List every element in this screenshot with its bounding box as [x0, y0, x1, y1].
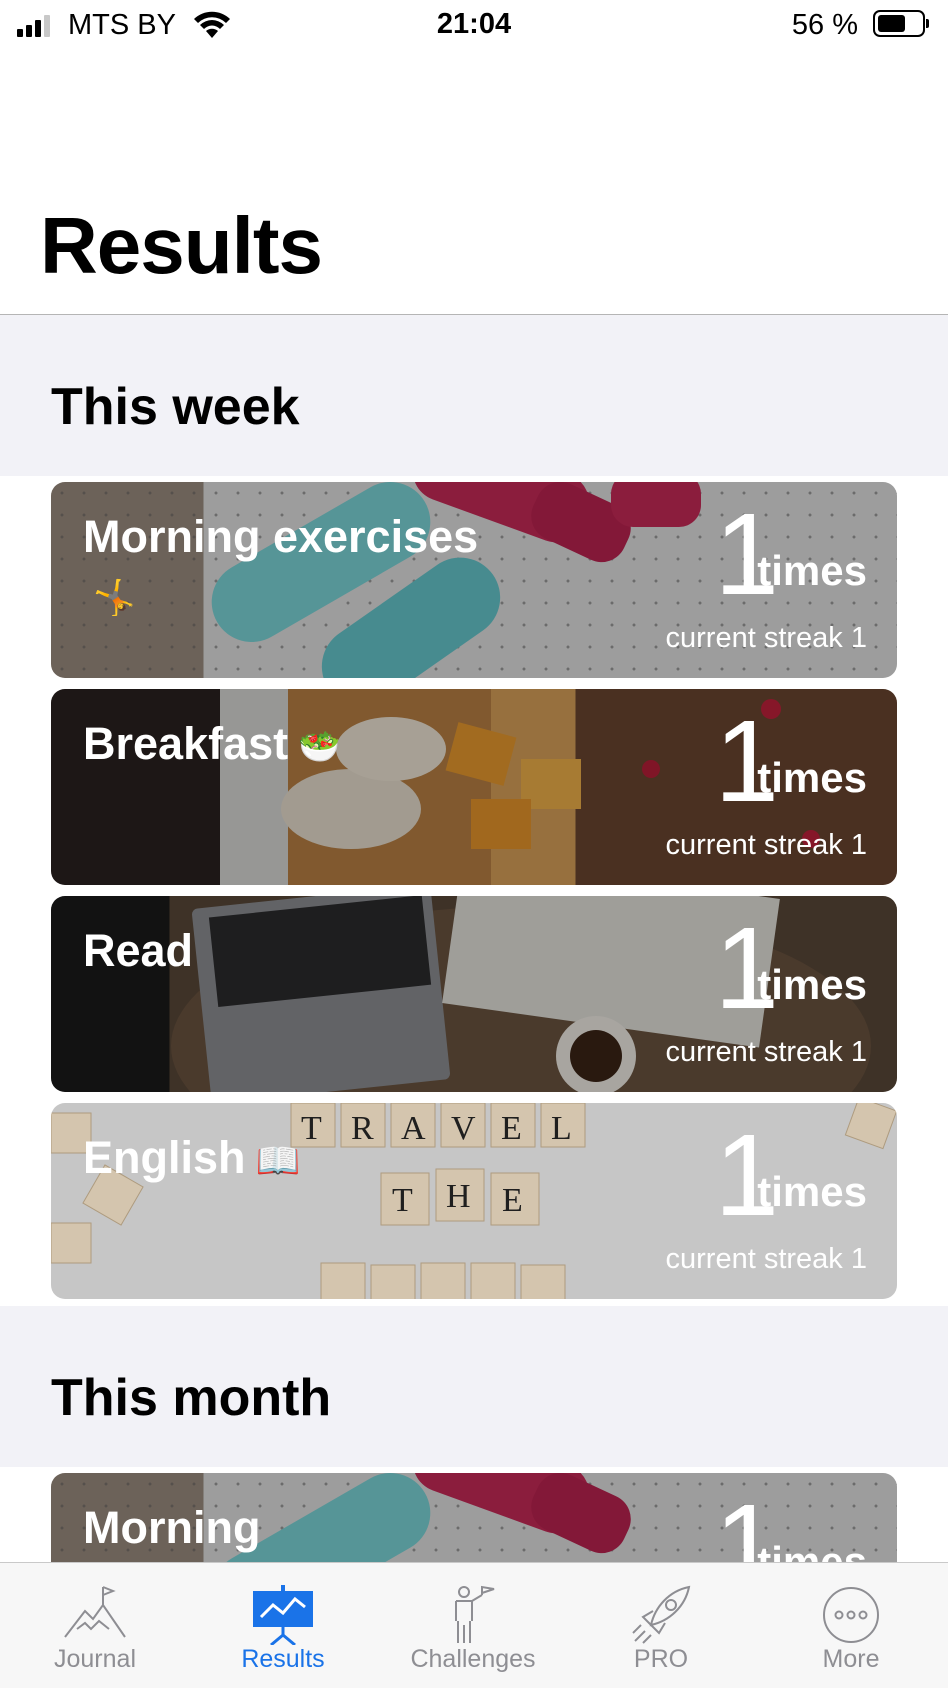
- more-dots-icon: [823, 1587, 879, 1643]
- habit-streak: current streak 1: [665, 1036, 867, 1068]
- section-title: This week: [51, 378, 300, 436]
- habit-card-morning-exercises[interactable]: Morning exercises🤸 1 times current strea…: [51, 482, 897, 678]
- tab-results[interactable]: Results: [188, 1563, 378, 1688]
- tab-label: Results: [241, 1645, 325, 1673]
- page-title: Results: [40, 201, 323, 290]
- section-header-this-week: This week: [0, 315, 948, 476]
- tab-more[interactable]: More: [756, 1563, 946, 1688]
- habit-count-unit: times: [757, 547, 867, 594]
- gymnast-emoji-icon: 🤸: [93, 579, 136, 618]
- open-book-emoji-icon: 📖: [255, 1140, 301, 1182]
- status-bar: MTS BY 21:04 56 %: [0, 0, 948, 52]
- habit-count-unit: times: [757, 754, 867, 801]
- habit-name: Morning: [83, 1502, 261, 1553]
- section-title: This month: [51, 1369, 332, 1427]
- habit-card-read[interactable]: Read 1 times current streak 1: [51, 896, 897, 1092]
- habit-count-unit: times: [757, 961, 867, 1008]
- habit-name: Breakfast 🥗: [83, 715, 483, 776]
- tab-label: Journal: [54, 1645, 136, 1673]
- habit-name: Morning exercises🤸: [83, 508, 483, 627]
- habit-card-english[interactable]: TRA VEL THE English 📖 1 times current str…: [51, 1103, 897, 1299]
- habit-streak: current streak 1: [665, 622, 867, 654]
- salad-emoji-icon: 🥗: [298, 728, 341, 767]
- tab-journal[interactable]: Journal: [0, 1563, 190, 1688]
- habit-name: Read: [83, 925, 194, 976]
- rocket-icon: [632, 1585, 691, 1644]
- tab-challenges[interactable]: Challenges: [378, 1563, 568, 1688]
- habit-card-breakfast[interactable]: Breakfast 🥗 1 times current streak 1: [51, 689, 897, 885]
- battery-percent: 56 %: [791, 9, 858, 41]
- section-header-this-month: This month: [0, 1306, 948, 1467]
- mountain-flag-icon: [64, 1586, 126, 1638]
- habit-streak: current streak 1: [665, 829, 867, 861]
- tab-label: Challenges: [410, 1645, 536, 1673]
- tab-label: More: [822, 1645, 880, 1673]
- habit-streak: current streak 1: [665, 1243, 867, 1275]
- tab-bar: Journal Results Challenges PRO More: [0, 1562, 948, 1688]
- person-flag-icon: [455, 1585, 495, 1643]
- tab-pro[interactable]: PRO: [566, 1563, 756, 1688]
- habit-name: English 📖: [83, 1129, 483, 1190]
- presentation-chart-icon: [253, 1585, 313, 1645]
- tab-label: PRO: [633, 1645, 689, 1673]
- battery-icon: [873, 10, 929, 37]
- habit-count-unit: times: [757, 1168, 867, 1215]
